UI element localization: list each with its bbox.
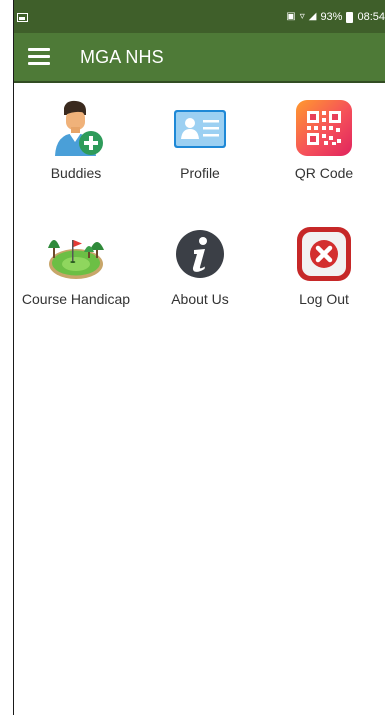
menu-tile-label: Buddies: [50, 165, 102, 181]
gallery-notification-icon: [17, 13, 28, 22]
app-bar: MGA NHS: [14, 33, 385, 83]
menu-tile-buddies[interactable]: Buddies: [14, 83, 138, 193]
menu-tile-label: Profile: [180, 165, 220, 181]
device: ▣ ▿ ◢ 93% 08:54 MGA NHS Buddies Profile …: [0, 0, 385, 715]
add-buddy-icon: [46, 98, 106, 158]
info-icon: [170, 224, 230, 284]
menu-tile-label: About Us: [171, 291, 229, 307]
menu-tile-course-handicap[interactable]: Course Handicap: [14, 209, 138, 319]
status-bar-right: ▣ ▿ ◢ 93% 08:54: [286, 10, 385, 24]
menu-tile-label: Log Out: [299, 291, 349, 307]
battery-icon: [346, 11, 354, 23]
app-title: MGA NHS: [80, 47, 164, 67]
app-screen: ▣ ▿ ◢ 93% 08:54 MGA NHS Buddies Profile …: [14, 0, 385, 715]
golf-course-icon: [46, 224, 106, 284]
signal-icon: ◢: [308, 11, 317, 22]
battery-percent: 93%: [320, 11, 343, 23]
menu-tile-about-us[interactable]: About Us: [138, 209, 262, 319]
status-bar: ▣ ▿ ◢ 93% 08:54: [14, 0, 385, 33]
profile-card-icon: [170, 98, 230, 158]
menu-tile-label: Course Handicap: [21, 291, 131, 307]
wifi-icon: ▿: [299, 11, 305, 22]
menu-tile-profile[interactable]: Profile: [138, 83, 262, 193]
hamburger-menu-icon[interactable]: [28, 48, 50, 66]
menu-tile-qr-code[interactable]: QR Code: [262, 83, 385, 193]
qr-code-icon: [294, 98, 354, 158]
status-time: 08:54: [357, 11, 385, 23]
menu-tile-log-out[interactable]: Log Out: [262, 209, 385, 319]
menu-tile-label: QR Code: [294, 165, 354, 181]
lock-icon: ▣: [286, 11, 296, 22]
device-frame-edge: [0, 0, 14, 715]
logout-icon: [294, 224, 354, 284]
